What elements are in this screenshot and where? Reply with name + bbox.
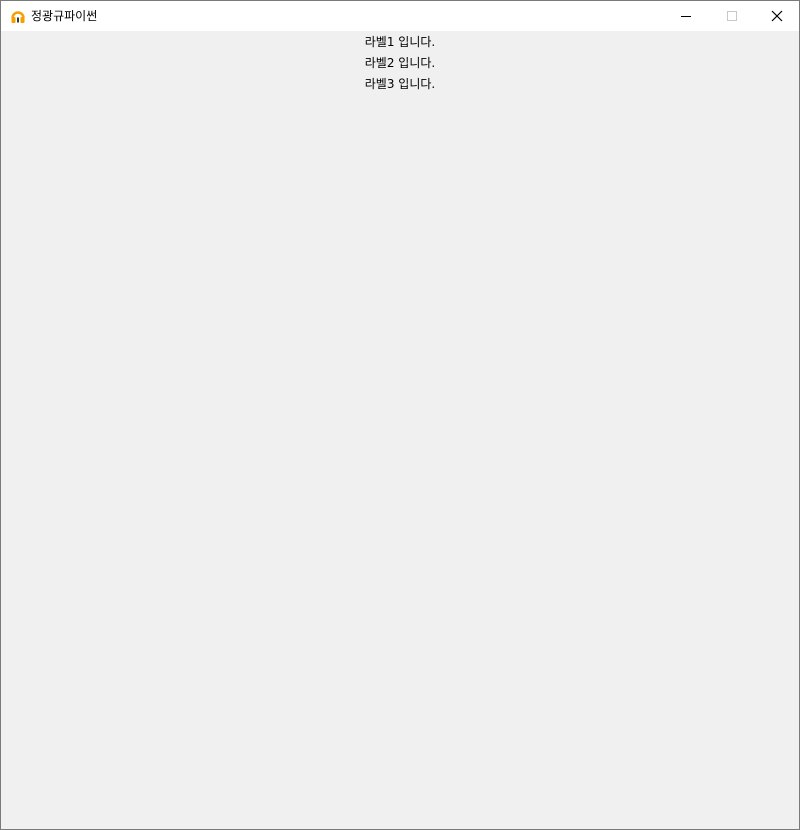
title-bar[interactable]: 정광규파이썬 [1, 1, 799, 31]
close-button[interactable] [754, 1, 799, 31]
label-1: 라벨1 입니다. [364, 35, 436, 49]
label-2: 라벨2 입니다. [364, 56, 436, 70]
maximize-icon [727, 11, 737, 21]
window-title: 정광규파이썬 [31, 9, 98, 23]
client-area: 라벨1 입니다. 라벨2 입니다. 라벨3 입니다. [1, 31, 799, 829]
headphones-icon[interactable] [10, 8, 26, 24]
label-3: 라벨3 입니다. [364, 77, 436, 91]
maximize-button[interactable] [709, 1, 755, 31]
minimize-icon [681, 16, 691, 17]
app-window: 정광규파이썬 라벨1 입니다. 라벨2 입니다. 라벨3 입니다. [0, 0, 800, 830]
close-icon [771, 10, 783, 22]
minimize-button[interactable] [663, 1, 709, 31]
